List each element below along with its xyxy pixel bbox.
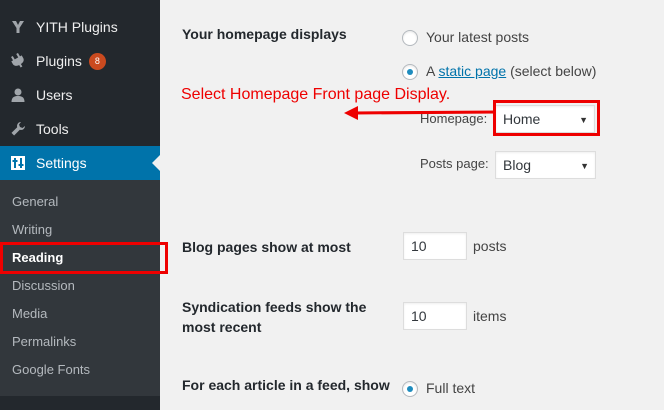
menu-item-settings[interactable]: Settings <box>0 146 160 180</box>
blog-pages-value: 10 <box>411 238 427 254</box>
feed-article-label: For each article in a feed, show <box>182 377 390 393</box>
full-text-radio[interactable] <box>402 381 418 397</box>
full-text-label: Full text <box>426 380 476 396</box>
update-count-badge: 8 <box>88 52 106 70</box>
submenu-item-permalinks[interactable]: Permalinks <box>0 327 160 355</box>
submenu-item-media[interactable]: Media <box>0 299 160 327</box>
posts-page-select-value: Blog <box>503 157 532 173</box>
homepage-select-value: Home <box>503 111 541 127</box>
static-page-suffix: (select below) <box>510 63 597 79</box>
static-page-radio[interactable] <box>402 64 418 80</box>
blog-pages-unit: posts <box>473 238 507 254</box>
settings-icon <box>0 155 36 171</box>
plugin-icon <box>0 53 36 69</box>
user-icon <box>0 87 36 103</box>
yith-icon <box>0 19 36 35</box>
reading-settings-form: Your homepage displays Your latest posts… <box>160 0 664 410</box>
wrench-icon <box>0 121 36 137</box>
static-page-prefix: A <box>426 63 435 79</box>
syndication-label-line1: Syndication feeds show the <box>182 299 367 315</box>
static-page-label: A static page (select below) <box>426 62 596 80</box>
admin-sidebar: YITH Plugins Plugins 8 Users Tools Setti… <box>0 0 160 410</box>
chevron-down-icon: ▼ <box>580 161 589 171</box>
posts-page-select[interactable]: Blog ▼ <box>495 151 596 179</box>
menu-item-yith-plugins[interactable]: YITH Plugins <box>0 10 160 44</box>
chevron-down-icon: ▼ <box>579 115 588 125</box>
menu-item-label: Settings <box>36 155 87 171</box>
blog-pages-label: Blog pages show at most <box>182 239 351 255</box>
menu-item-plugins[interactable]: Plugins 8 <box>0 44 160 78</box>
homepage-select[interactable]: Home ▼ <box>495 105 595 133</box>
menu-item-tools[interactable]: Tools <box>0 112 160 146</box>
static-page-link[interactable]: static page <box>438 63 506 79</box>
menu-item-label: YITH Plugins <box>36 19 118 35</box>
blog-pages-input[interactable]: 10 <box>403 232 467 260</box>
posts-page-select-label: Posts page: <box>420 156 489 171</box>
syndication-unit: items <box>473 308 507 324</box>
submenu-item-general[interactable]: General <box>0 187 160 215</box>
menu-item-label: Tools <box>36 121 69 137</box>
syndication-label-line2: most recent <box>182 319 262 335</box>
submenu-item-google-fonts[interactable]: Google Fonts <box>0 355 160 383</box>
menu-item-label: Plugins <box>36 53 82 69</box>
current-menu-arrow <box>152 155 160 171</box>
latest-posts-radio[interactable] <box>402 30 418 46</box>
submenu-item-writing[interactable]: Writing <box>0 215 160 243</box>
syndication-input[interactable]: 10 <box>403 302 467 330</box>
syndication-value: 10 <box>411 308 427 324</box>
homepage-select-label: Homepage: <box>420 111 488 126</box>
submenu-item-discussion[interactable]: Discussion <box>0 271 160 299</box>
menu-item-users[interactable]: Users <box>0 78 160 112</box>
homepage-displays-label: Your homepage displays <box>182 26 347 42</box>
latest-posts-label: Your latest posts <box>426 29 529 45</box>
settings-submenu: General Writing Reading Discussion Media… <box>0 180 160 396</box>
menu-item-label: Users <box>36 87 73 103</box>
submenu-item-reading[interactable]: Reading <box>0 243 160 271</box>
